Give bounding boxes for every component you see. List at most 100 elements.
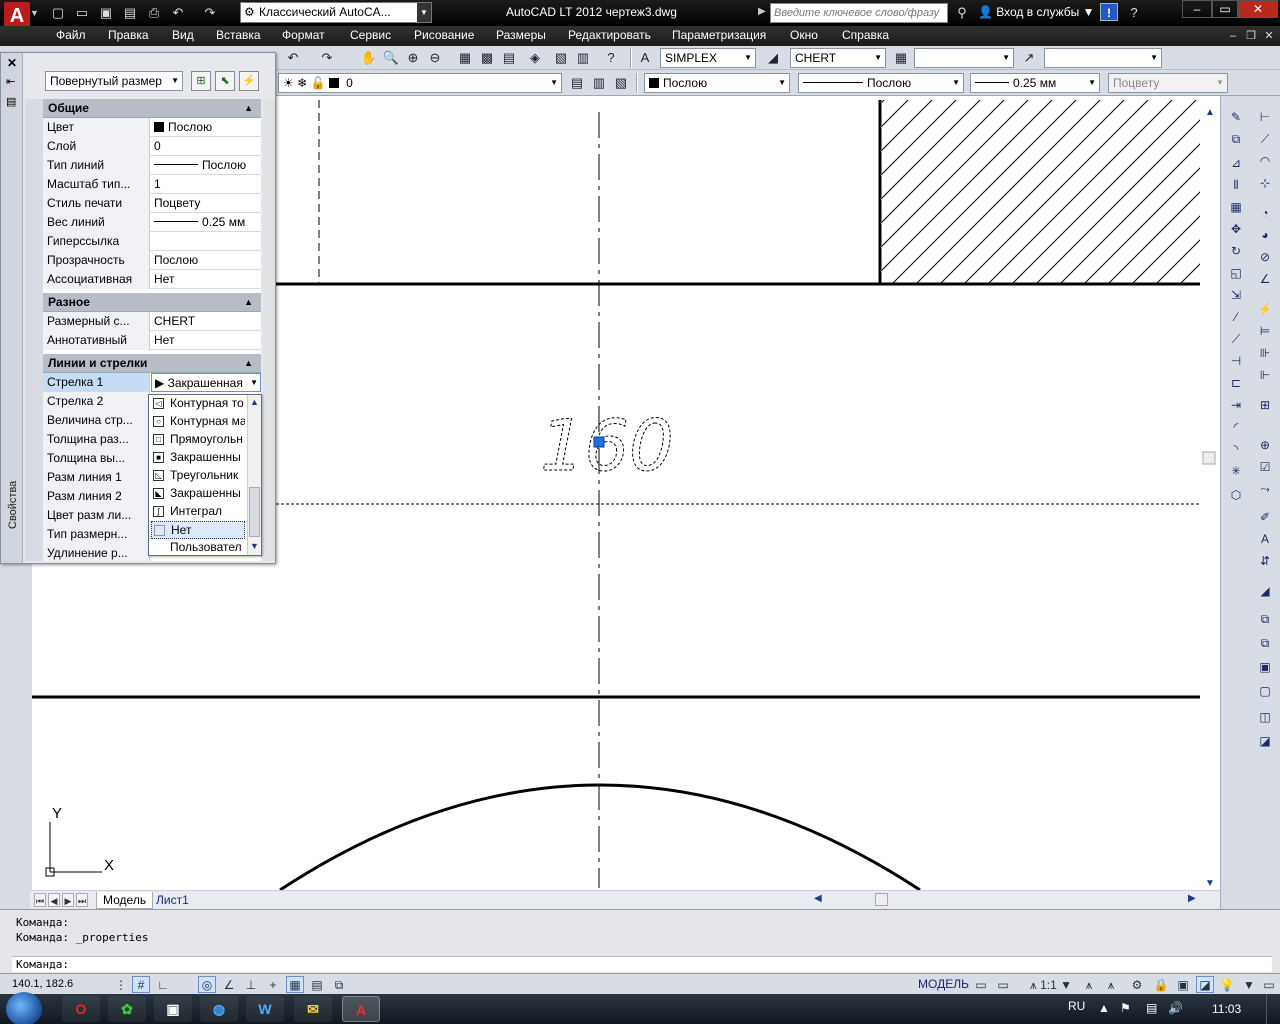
coordinates-readout[interactable]: 140.1, 182.6 [12,978,73,990]
close-icon[interactable]: ✕ [7,56,17,70]
erase-icon[interactable]: ✎ [1226,108,1246,126]
auto-hide-icon[interactable]: ⇤ [6,75,15,88]
color-combo[interactable]: Послою ▼ [644,73,790,93]
doc-restore-icon[interactable]: ❐ [1244,29,1258,43]
grid-display-icon[interactable]: # [132,976,150,993]
volume-icon[interactable]: 🔊 [1168,1001,1183,1015]
stretch-icon[interactable]: ⇲ [1226,286,1246,304]
grip-handle[interactable] [593,436,605,448]
undo-icon[interactable]: ↶ [168,3,188,22]
dynamic-input-icon[interactable]: + [264,976,282,993]
opera-icon[interactable]: O [62,996,100,1022]
properties-scrollbar[interactable] [263,99,275,561]
zoom-window-icon[interactable]: ⊕ [404,49,422,67]
section-hatch[interactable] [700,96,1280,284]
mirror-icon[interactable]: ⊿ [1226,154,1246,172]
text-front-icon[interactable]: ◫ [1255,708,1275,726]
login-button[interactable]: 👤 Вход в службы ▼ [978,5,1095,19]
lightbulb-icon[interactable]: 💡 [1218,976,1236,993]
menu-file[interactable]: Файл [56,28,86,42]
search-input[interactable]: Введите ключевое слово/фразу [770,3,948,23]
angular-dim-icon[interactable]: ∠ [1255,270,1275,288]
prop-row-linetype[interactable]: Тип линий Послою [43,156,261,175]
autocad-taskbar-icon[interactable]: A [342,996,380,1022]
rotate-icon[interactable]: ↻ [1226,242,1246,260]
open-file-icon[interactable]: ▭ [72,3,92,22]
first-tab-icon[interactable]: ⏮ [34,893,46,907]
palette-properties-icon[interactable]: ▤ [6,95,16,108]
prop-row-annotative[interactable]: Аннотативный Нет [43,331,261,350]
model-space-toggle[interactable]: МОДЕЛЬ [918,977,969,991]
status-menu-icon[interactable]: ▼ [1240,976,1258,993]
menu-dimension[interactable]: Размеры [496,28,546,42]
selection-cycling-icon[interactable]: ⧉ [330,976,348,993]
object-snap-icon[interactable]: ∠ [220,976,238,993]
text-style-icon[interactable]: A [636,49,654,67]
dropdown-option-selected[interactable]: Нет [151,521,245,539]
center-mark-icon[interactable]: ⊕ [1255,436,1275,454]
trim-icon[interactable]: ⁄ [1226,308,1246,326]
array-icon[interactable]: ▦ [1226,198,1246,216]
draworder-back-icon[interactable]: ⧉ [1255,634,1275,652]
close-button[interactable]: ✕ [1238,0,1278,18]
quick-view-layouts-icon[interactable]: ▭ [972,976,990,993]
tray-expand-icon[interactable]: ▲ [1098,1001,1110,1015]
save-icon[interactable]: ▣ [96,3,116,22]
dim-style-combo[interactable]: CHERT ▼ [790,48,886,68]
arc[interactable] [279,783,921,892]
layer-previous-icon[interactable]: ▥ [590,74,608,92]
dropdown-option[interactable]: ◁ Контурная то [151,395,245,413]
menu-help[interactable]: Справка [842,28,889,42]
annotation-scale-combo[interactable]: ⩚ 1:1 ▼ [1028,976,1074,993]
dim-update-icon[interactable]: ⇵ [1255,552,1275,570]
scroll-up-icon[interactable]: ▲ [250,397,259,407]
object-type-combo[interactable]: Повернутый размер ▼ [45,71,183,91]
palette-title-strip[interactable]: ✕ ⇤ ▤ Свойства [1,53,23,563]
chamfer-icon[interactable]: ⇥ [1226,396,1246,414]
word-icon[interactable]: W [246,996,284,1022]
ortho-mode-icon[interactable]: ∟ [154,976,172,993]
radius-dim-icon[interactable]: ◔ [1255,204,1275,222]
dim-style-icon[interactable]: ◢ [764,49,782,67]
prop-row-dimstyle[interactable]: Размерный с... CHERT [43,312,261,331]
prop-row-transparency[interactable]: Прозрачность Послою [43,251,261,270]
dropdown-scroll-thumb[interactable] [249,487,260,537]
save-as-icon[interactable]: ▤ [120,3,140,22]
action-center-icon[interactable]: ⚑ [1120,1001,1131,1015]
continue-dim-icon[interactable]: ⊪ [1255,344,1275,362]
tab-layout1[interactable]: Лист1 [150,892,195,909]
clean-screen-icon[interactable]: ▭ [1260,976,1278,993]
clock[interactable]: 11:03 [1212,1002,1241,1016]
quick-view-drawings-icon[interactable]: ▭ [994,976,1012,993]
hatch-back-icon[interactable]: ◪ [1255,732,1275,750]
dropdown-option[interactable]: ■ Закрашенны [151,449,245,467]
dim-edit-icon[interactable]: ✐ [1255,508,1275,526]
prop-row-ltscale[interactable]: Масштаб тип... 1 [43,175,261,194]
join-icon[interactable]: ⊏ [1226,374,1246,392]
blend-icon[interactable]: ◝ [1226,440,1246,458]
scroll-right-icon[interactable]: ▶ [1188,893,1196,904]
menu-view[interactable]: Вид [172,28,194,42]
search-expand-icon[interactable]: ▶ [758,6,766,17]
tolerance-icon[interactable]: ⊞ [1255,396,1275,414]
undo-icon[interactable]: ↶ [284,49,302,67]
prev-tab-icon[interactable]: ◀ [48,893,60,907]
new-file-icon[interactable]: ▢ [48,3,68,22]
category-misc[interactable]: Разное ▲ [43,293,261,312]
category-lines-arrows[interactable]: Линии и стрелки ▲ [43,354,261,373]
menu-parametric[interactable]: Параметризация [672,28,766,42]
linear-dim-icon[interactable]: ⊢ [1255,108,1275,126]
start-button[interactable] [6,992,42,1024]
dropdown-option[interactable]: ◣ Закрашенны [151,485,245,503]
dropdown-option[interactable]: ∫ Интеграл [151,503,245,521]
menu-draw[interactable]: Рисование [414,28,474,42]
dropdown-option[interactable]: ○ Контурная ма [151,413,245,431]
isolate-objects-icon[interactable]: ◪ [1196,976,1214,993]
table-style-icon[interactable]: ▦ [892,49,910,67]
lineweight-combo[interactable]: 0.25 мм ▼ [970,73,1100,93]
explorer-icon[interactable]: ◍ [200,996,238,1022]
inspect-icon[interactable]: ☑ [1255,458,1275,476]
prop-row-associative[interactable]: Ассоциативная Нет [43,270,261,289]
draworder-above-icon[interactable]: ▣ [1255,658,1275,676]
draworder-front-icon[interactable]: ⧉ [1255,610,1275,628]
